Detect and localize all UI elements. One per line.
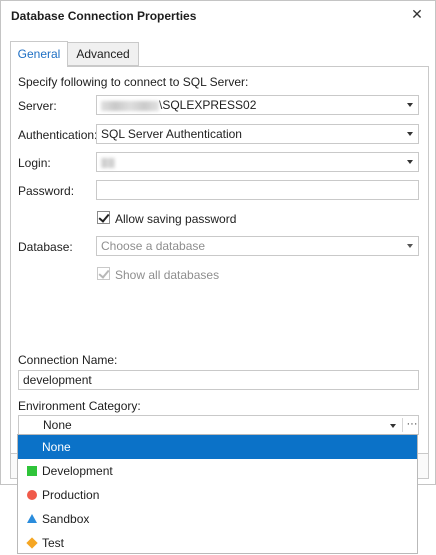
connection-name-label: Connection Name: (18, 353, 118, 367)
environment-category-label: Environment Category: (18, 399, 141, 413)
database-label: Database: (18, 240, 73, 254)
connection-name-input[interactable]: development (18, 370, 419, 390)
close-button[interactable]: ✕ (409, 6, 425, 22)
show-all-databases-checkbox[interactable] (97, 267, 110, 280)
option-production[interactable]: Production (18, 483, 417, 507)
option-none[interactable]: None (18, 435, 417, 459)
redacted-server-name (101, 100, 159, 111)
dialog-title: Database Connection Properties (11, 9, 197, 23)
environment-category-value: None (43, 418, 72, 432)
chevron-down-icon (407, 132, 413, 136)
tab-advanced[interactable]: Advanced (68, 42, 139, 66)
server-combo[interactable]: \SQLEXPRESS02 (96, 95, 419, 115)
intro-text: Specify following to connect to SQL Serv… (18, 75, 249, 89)
server-value: \SQLEXPRESS02 (159, 98, 257, 112)
option-label: Development (42, 464, 113, 478)
option-label: Test (42, 536, 65, 550)
chevron-down-icon (407, 103, 413, 107)
password-input[interactable] (96, 180, 419, 200)
allow-saving-password-label: Allow saving password (115, 212, 237, 226)
chevron-down-icon (407, 160, 413, 164)
option-test[interactable]: Test (18, 531, 417, 555)
red-circle-icon (27, 490, 37, 500)
combo-separator (402, 418, 403, 432)
blue-triangle-icon (27, 514, 37, 523)
authentication-label: Authentication: (18, 128, 98, 142)
login-combo[interactable] (96, 152, 419, 172)
database-combo[interactable]: Choose a database (96, 236, 419, 256)
show-all-databases-label: Show all databases (115, 268, 220, 282)
chevron-down-icon (407, 244, 413, 248)
close-icon: ✕ (411, 6, 423, 22)
option-development[interactable]: Development (18, 459, 417, 483)
ellipsis-button[interactable]: ··· (405, 416, 419, 432)
chevron-down-icon[interactable] (390, 424, 396, 428)
server-label: Server: (18, 99, 57, 113)
environment-category-dropdown: None Development Production Sandbox Test (17, 434, 418, 554)
login-label: Login: (18, 156, 51, 170)
option-label: Sandbox (42, 512, 90, 526)
checkmark-icon (98, 267, 110, 279)
authentication-combo[interactable]: SQL Server Authentication (96, 124, 419, 144)
database-connection-dialog: Database Connection Properties ✕ General… (0, 0, 436, 485)
environment-category-combo[interactable]: None ··· (18, 415, 419, 435)
database-placeholder: Choose a database (101, 239, 206, 253)
redacted-login (101, 157, 115, 168)
authentication-value: SQL Server Authentication (101, 127, 242, 141)
option-label: Production (42, 488, 100, 502)
orange-diamond-icon (26, 537, 38, 549)
green-square-icon (27, 466, 37, 476)
allow-saving-password-checkbox[interactable] (97, 211, 110, 224)
checkmark-icon (98, 211, 110, 223)
option-sandbox[interactable]: Sandbox (18, 507, 417, 531)
password-label: Password: (18, 184, 75, 198)
tab-general[interactable]: General (10, 41, 68, 67)
option-label: None (42, 440, 71, 454)
